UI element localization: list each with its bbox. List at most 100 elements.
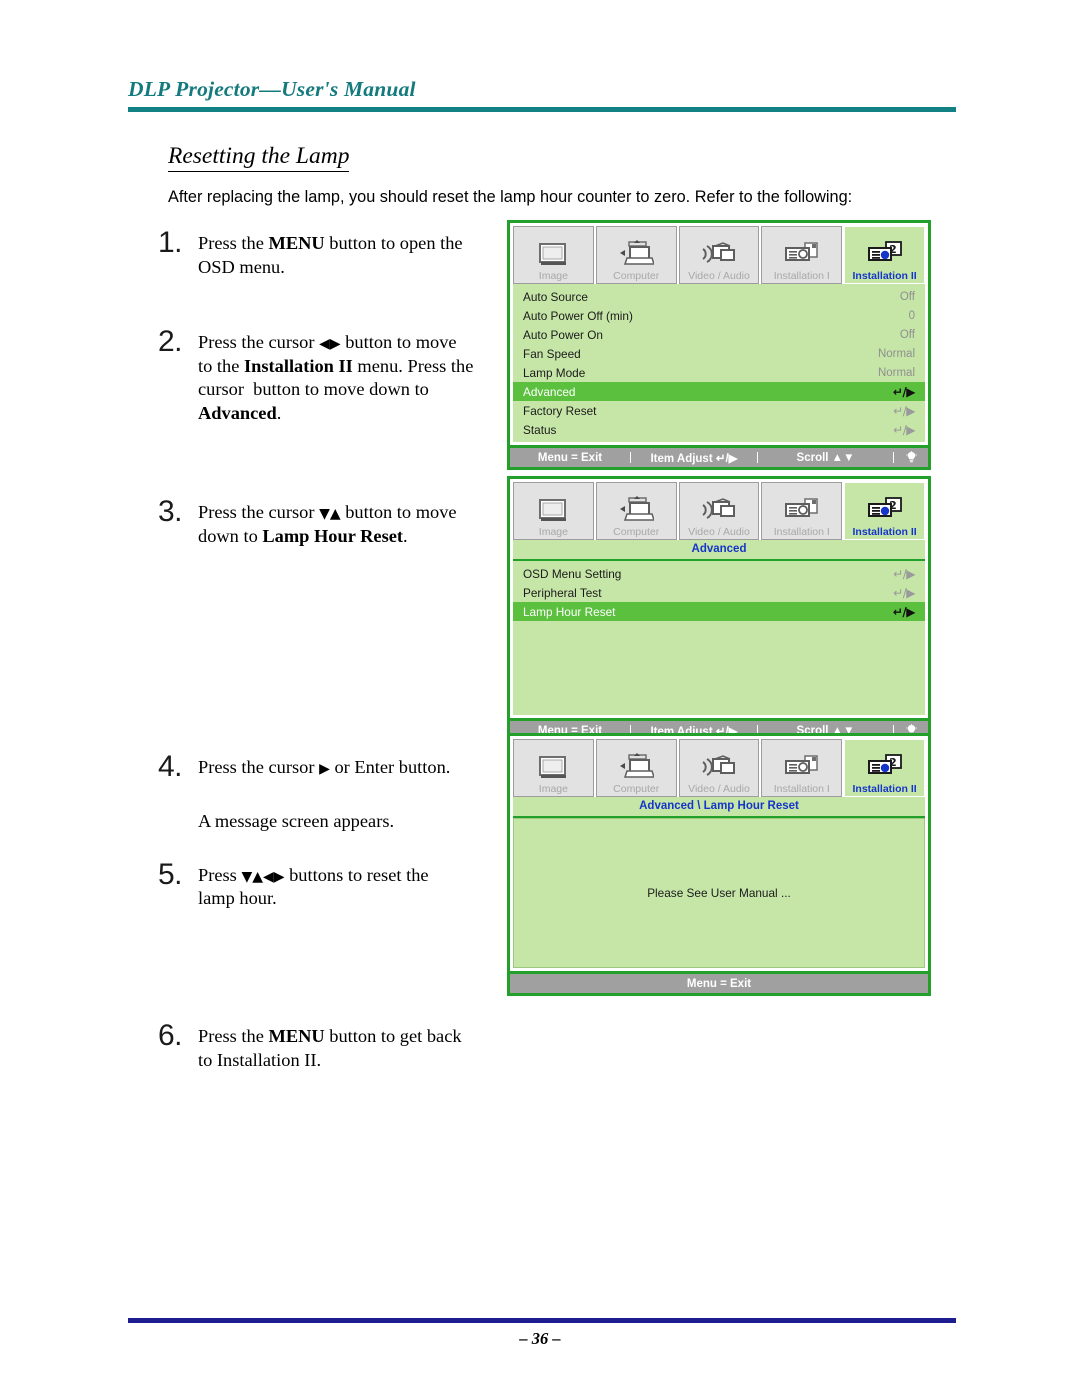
page-number: – 36 – bbox=[519, 1329, 561, 1348]
osd-tab-installation-i[interactable]: Installation I bbox=[761, 226, 843, 284]
osd-row-auto-source[interactable]: Auto Source Off bbox=[513, 287, 925, 306]
osd-tab-label-image: Image bbox=[538, 782, 568, 795]
image-icon bbox=[536, 239, 570, 269]
osd-tab-computer[interactable]: Computer bbox=[595, 482, 677, 540]
osd-row-value: Off bbox=[899, 328, 915, 341]
osd-tab-label-video-audio: Video / Audio bbox=[688, 782, 750, 795]
osd-tab-label-installation-ii: Installation II bbox=[852, 525, 917, 538]
computer-icon bbox=[618, 495, 655, 525]
step-4-text: Press the cursor ▶ or Enter button. bbox=[198, 757, 451, 778]
installation-two-icon: 2 bbox=[866, 239, 904, 269]
step-note-message-screen: A message screen appears. bbox=[198, 811, 395, 832]
osd-row-value: 0 bbox=[908, 309, 915, 322]
osd-row-factory-reset[interactable]: Factory Reset ↵/▶ bbox=[513, 401, 925, 420]
step-3-text: Press the cursor ▼▲ button to move down … bbox=[198, 502, 457, 546]
osd-tab-installation-ii[interactable]: 2 Installation II bbox=[844, 482, 925, 540]
statusbar-scroll-1: Scroll ▲▼ bbox=[796, 451, 855, 464]
osd-inner-2: Image Computer Video / Audio Installatio… bbox=[510, 479, 928, 718]
osd-row-label: Auto Power Off (min) bbox=[523, 308, 633, 323]
osd-row-lamp-mode[interactable]: Lamp Mode Normal bbox=[513, 363, 925, 382]
step-6: 6. Press the MENU button to get back to I… bbox=[150, 1021, 500, 1072]
osd-row-value: Normal bbox=[877, 347, 915, 360]
installation-one-icon bbox=[783, 752, 821, 782]
osd-row-peripheral-test[interactable]: Peripheral Test ↵/▶ bbox=[513, 583, 925, 602]
step-2-number: 2. bbox=[158, 325, 183, 359]
step-6-text: Press the MENU button to get back to Inst… bbox=[198, 1026, 462, 1070]
step-5: 5. Press ▼▲◀▶ buttons to reset the lamp … bbox=[150, 859, 500, 911]
osd-list-empty-space bbox=[513, 621, 925, 715]
enter-right-arrow-icon: ↵/▶ bbox=[893, 422, 915, 437]
osd-breadcrumb-lamp-hour-reset: Advanced \ Lamp Hour Reset bbox=[513, 797, 925, 818]
osd-menu-list-1: Auto Source Off Auto Power Off (min) 0 A… bbox=[513, 284, 925, 442]
video-audio-icon bbox=[699, 239, 739, 269]
installation-one-icon bbox=[783, 239, 821, 269]
osd-row-osd-menu-setting[interactable]: OSD Menu Setting ↵/▶ bbox=[513, 564, 925, 583]
osd-tab-installation-ii[interactable]: 2 Installation II bbox=[844, 739, 925, 797]
four-direction-arrow-icon: ▼▲◀▶ bbox=[241, 868, 285, 885]
osd-row-auto-power-on[interactable]: Auto Power On Off bbox=[513, 325, 925, 344]
header-rule bbox=[128, 106, 956, 112]
step-5-text: Press ▼▲◀▶ buttons to reset the lamp hou… bbox=[198, 864, 429, 909]
lamp-icon bbox=[894, 448, 928, 467]
step-4-number: 4. bbox=[158, 750, 183, 784]
osd-statusbar-1: Menu = Exit Item Adjust ↵/▶ Scroll ▲▼ bbox=[510, 445, 928, 467]
osd-tab-label-image: Image bbox=[538, 525, 568, 538]
osd-tab-video-audio[interactable]: Video / Audio bbox=[678, 739, 760, 797]
osd-tab-computer[interactable]: Computer bbox=[595, 226, 677, 284]
computer-icon bbox=[618, 239, 655, 269]
installation-one-icon bbox=[783, 495, 821, 525]
osd-statusbar-3: Menu = Exit bbox=[510, 971, 928, 993]
osd-tab-video-audio[interactable]: Video / Audio bbox=[678, 482, 760, 540]
enter-right-arrow-icon: ↵/▶ bbox=[892, 604, 916, 619]
osd-row-lamp-hour-reset[interactable]: Lamp Hour Reset ↵/▶ bbox=[513, 602, 925, 621]
osd-tab-label-video-audio: Video / Audio bbox=[688, 269, 750, 282]
osd-tab-label-image: Image bbox=[538, 269, 568, 282]
osd-tab-label-installation-ii: Installation II bbox=[852, 269, 917, 282]
osd-row-advanced[interactable]: Advanced ↵/▶ bbox=[513, 382, 925, 401]
installation-two-icon: 2 bbox=[866, 495, 904, 525]
image-icon bbox=[536, 495, 570, 525]
osd-row-label: Factory Reset bbox=[523, 403, 597, 418]
osd-tab-label-installation-i: Installation I bbox=[773, 269, 830, 282]
osd-row-status[interactable]: Status ↵/▶ bbox=[513, 420, 925, 439]
section-heading: Resetting the Lamp bbox=[168, 143, 350, 173]
step-4: 4. Press the cursor ▶ or Enter button. bbox=[150, 752, 500, 782]
osd-tab-installation-i[interactable]: Installation I bbox=[761, 739, 843, 797]
osd-row-fan-speed[interactable]: Fan Speed Normal bbox=[513, 344, 925, 363]
right-arrow-icon: ▶ bbox=[319, 761, 330, 778]
osd-tab-image[interactable]: Image bbox=[513, 739, 594, 797]
osd-message-text: Please See User Manual ... bbox=[647, 886, 791, 900]
osd-row-label: Status bbox=[523, 422, 557, 437]
osd-inner-1: Image Computer Video / Audio Installatio… bbox=[510, 223, 928, 445]
osd-message-area: Please See User Manual ... bbox=[513, 818, 925, 968]
step-1-text: Press the MENU button to open the OSD men… bbox=[198, 233, 463, 277]
osd-row-label: Peripheral Test bbox=[523, 585, 602, 600]
osd-tab-video-audio[interactable]: Video / Audio bbox=[678, 226, 760, 284]
osd-row-auto-power-off[interactable]: Auto Power Off (min) 0 bbox=[513, 306, 925, 325]
osd-row-label: Lamp Mode bbox=[523, 365, 586, 380]
statusbar-adjust-1: Item Adjust ↵/▶ bbox=[650, 452, 738, 465]
computer-icon bbox=[618, 752, 655, 782]
step-6-number: 6. bbox=[158, 1019, 183, 1053]
osd-tab-image[interactable]: Image bbox=[513, 226, 594, 284]
osd-tab-installation-ii[interactable]: 2 Installation II bbox=[844, 226, 925, 284]
enter-right-arrow-icon: ↵/▶ bbox=[893, 403, 915, 418]
osd-tab-label-computer: Computer bbox=[613, 782, 660, 795]
osd-row-value: Off bbox=[899, 290, 915, 303]
osd-tab-label-video-audio: Video / Audio bbox=[688, 525, 750, 538]
enter-right-arrow-icon: ↵/▶ bbox=[893, 566, 915, 581]
video-audio-icon bbox=[699, 495, 739, 525]
osd-inner-3: Image Computer Video / Audio Installatio… bbox=[510, 736, 928, 971]
osd-tab-computer[interactable]: Computer bbox=[595, 739, 677, 797]
osd-tab-image[interactable]: Image bbox=[513, 482, 594, 540]
manual-page: DLP Projector—User's Manual Resetting th… bbox=[0, 0, 1080, 1397]
osd-screenshot-lamp-hour-reset: Image Computer Video / Audio Installatio… bbox=[507, 733, 931, 996]
steps-list: 1. Press the MENU button to open the OSD … bbox=[150, 228, 500, 1072]
left-right-arrow-icon: ◀▶ bbox=[319, 336, 341, 353]
osd-tab-label-installation-ii: Installation II bbox=[852, 782, 917, 795]
osd-row-value: Normal bbox=[877, 366, 915, 379]
statusbar-exit-3: Menu = Exit bbox=[686, 977, 752, 990]
enter-right-arrow-icon: ↵/▶ bbox=[892, 384, 916, 399]
osd-tab-installation-i[interactable]: Installation I bbox=[761, 482, 843, 540]
manual-title: DLP Projector—User's Manual bbox=[128, 77, 416, 101]
